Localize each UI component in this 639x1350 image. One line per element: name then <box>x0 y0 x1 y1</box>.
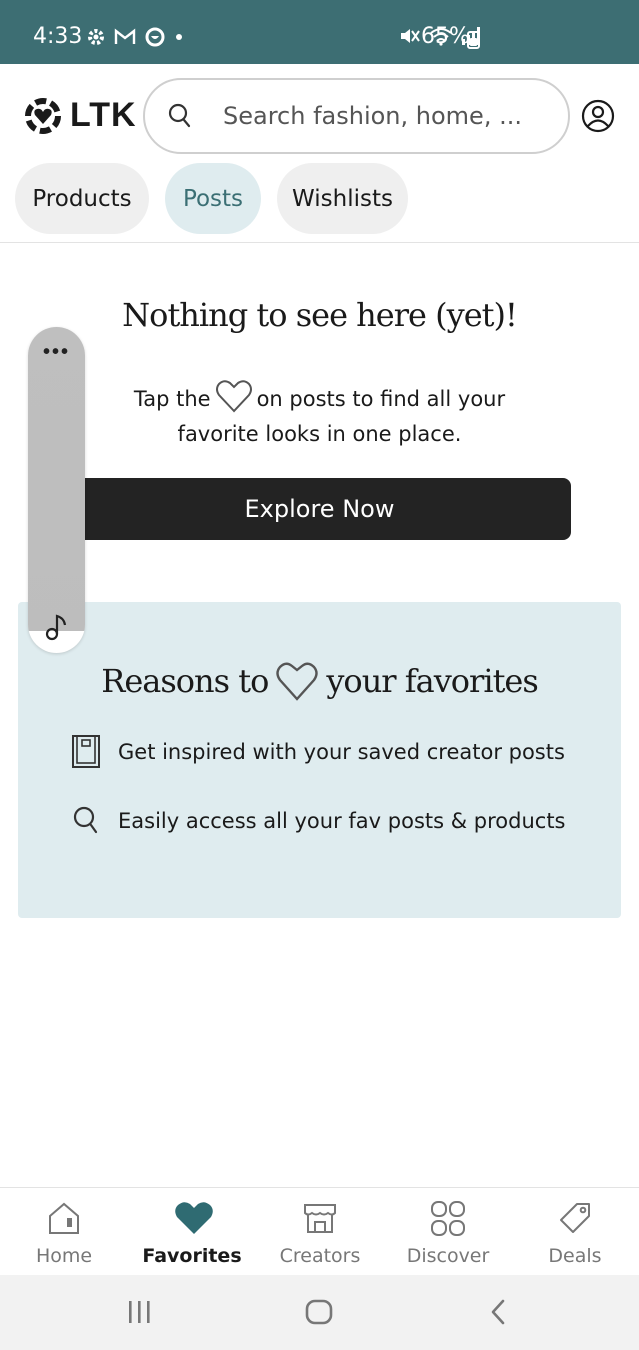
ltk-logo-icon <box>25 97 61 134</box>
ltk-logo[interactable]: LTK <box>24 96 137 135</box>
nav-discover[interactable]: Discover <box>384 1188 512 1276</box>
nav-discover-label: Discover <box>406 1245 490 1267</box>
empty-state-text: Tap the on posts to find all your favorit… <box>0 378 639 452</box>
back-icon[interactable] <box>486 1297 510 1327</box>
storefront-icon <box>304 1204 336 1233</box>
home-icon <box>49 1202 79 1234</box>
mute-icon <box>401 29 420 43</box>
empty-text-before-heart: Tap the <box>133 387 211 411</box>
reason-text: Easily access all your fav posts & produ… <box>118 809 566 833</box>
app-header: LTK <box>0 64 639 168</box>
empty-state-title: Nothing to see here (yet)! <box>122 296 518 334</box>
nav-creators[interactable]: Creators <box>256 1188 384 1276</box>
floating-media-pill[interactable]: ••• <box>28 327 85 653</box>
grid-icon <box>431 1201 465 1236</box>
battery-icon <box>467 31 480 49</box>
tabs-divider <box>0 242 639 243</box>
nav-favorites-label: Favorites <box>142 1245 242 1267</box>
search-input[interactable] <box>223 98 543 134</box>
tag-icon <box>560 1203 590 1233</box>
tab-wishlists[interactable]: Wishlists <box>277 163 408 234</box>
more-options-icon[interactable]: ••• <box>28 342 85 362</box>
dot-icon <box>176 34 182 40</box>
system-navigation-bar <box>0 1275 639 1350</box>
status-bar: 4:33 65% <box>0 0 639 64</box>
tab-products[interactable]: Products <box>15 163 149 234</box>
reasons-title-before: Reasons to <box>101 662 269 700</box>
bottom-navigation: Home Favorites Creators Discover Deals <box>0 1187 639 1275</box>
battery-percent: 65% <box>421 24 470 49</box>
home-button-icon[interactable] <box>304 1297 334 1327</box>
status-time: 4:33 <box>33 24 83 49</box>
reasons-title: Reasons to your favorites <box>18 660 621 702</box>
nav-home-label: Home <box>35 1245 93 1267</box>
reason-text: Get inspired with your saved creator pos… <box>118 740 565 764</box>
nav-deals[interactable]: Deals <box>511 1188 639 1276</box>
reasons-card: Reasons to your favorites Get inspired w… <box>18 602 621 918</box>
reasons-title-after: your favorites <box>326 662 538 700</box>
empty-state-line1: Tap the on posts to find all your <box>0 378 639 417</box>
recent-apps-icon[interactable] <box>126 1297 154 1327</box>
account-icon[interactable] <box>581 99 615 133</box>
ltk-notification-icon <box>145 27 165 47</box>
nav-creators-label: Creators <box>279 1245 361 1267</box>
gmail-icon <box>114 28 136 44</box>
settings-icon <box>88 29 104 45</box>
nav-favorites[interactable]: Favorites <box>128 1188 256 1276</box>
explore-now-button[interactable]: Explore Now <box>68 478 571 540</box>
empty-state-line2: favorite looks in one place. <box>177 422 462 446</box>
heart-outline-icon <box>215 380 252 413</box>
nav-home[interactable]: Home <box>0 1188 128 1276</box>
heart-icon <box>175 1202 213 1234</box>
heart-outline-icon <box>276 662 319 701</box>
search-icon <box>168 103 191 128</box>
tab-posts[interactable]: Posts <box>165 163 261 234</box>
empty-text-after-heart: on posts to find all your <box>256 387 506 411</box>
favorites-tabs: Products Posts Wishlists <box>15 163 408 235</box>
book-icon <box>72 735 100 768</box>
search-icon <box>73 806 98 834</box>
reason-item: Get inspired with your saved creator pos… <box>70 734 565 770</box>
logo-text: LTK <box>70 96 137 134</box>
search-box[interactable] <box>143 78 570 154</box>
music-note-icon[interactable] <box>44 612 70 642</box>
nav-deals-label: Deals <box>548 1245 602 1267</box>
reason-item: Easily access all your fav posts & produ… <box>70 804 566 838</box>
status-notification-icons <box>86 26 184 48</box>
